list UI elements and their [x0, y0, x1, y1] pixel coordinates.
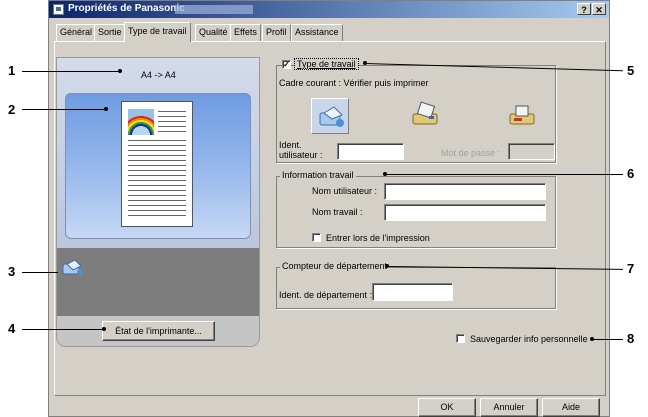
dept-id-input[interactable]: [372, 283, 453, 301]
callout-6-line: [385, 174, 623, 175]
help-button[interactable]: Aide: [542, 398, 600, 417]
callout-8: 8: [627, 331, 635, 346]
callout-4-dot: [102, 327, 106, 331]
user-id-label-1: Ident.: [279, 140, 302, 150]
job-name-label: Nom travail :: [312, 207, 363, 217]
ok-button[interactable]: OK: [418, 398, 476, 417]
job-type-checkbox[interactable]: ✓: [282, 60, 291, 69]
callout-2-dot: [104, 107, 108, 111]
callout-3: 3: [8, 264, 16, 279]
tab-support[interactable]: Assistance: [291, 24, 343, 41]
secure-print-icon: [412, 101, 438, 125]
dept-id-label: Ident. de département :: [279, 290, 373, 300]
printer-status-button-label: État de l'imprimante...: [115, 326, 202, 336]
page-preview: [121, 101, 193, 227]
callout-2-line: [22, 109, 106, 110]
user-id-label-2: utilisateur :: [279, 150, 323, 160]
printer-app-icon: [53, 4, 64, 15]
tab-effects[interactable]: Effets: [230, 24, 261, 41]
title-bar: Propriétés de Panasonic ? ✕: [49, 1, 609, 18]
printer-status-button[interactable]: État de l'imprimante...: [102, 321, 215, 341]
user-id-input[interactable]: [337, 143, 404, 160]
callout-1-line: [22, 71, 120, 72]
job-type-indicator-area: [57, 248, 259, 316]
page-preview-area: [65, 93, 251, 239]
password-label: Mot de passe :: [441, 148, 501, 158]
job-info-group-label: Information travail: [280, 170, 356, 180]
department-group-label: Compteur de département: [280, 261, 390, 271]
tab-job-type[interactable]: Type de travail: [124, 22, 191, 42]
user-name-input[interactable]: [384, 183, 546, 200]
close-title-button[interactable]: ✕: [592, 3, 606, 15]
enter-on-print-label[interactable]: Entrer lors de l'impression: [326, 233, 430, 243]
rainbow-image-icon: [128, 109, 154, 135]
current-frame-text: Cadre courant : Vérifier puis imprimer: [279, 78, 429, 88]
callout-6: 6: [627, 166, 635, 181]
callout-1-dot: [118, 69, 122, 73]
verify-print-status-icon: [62, 259, 83, 275]
job-type-checkbox-text: Type de travail: [297, 59, 356, 69]
save-personal-info-checkbox[interactable]: [456, 334, 465, 343]
callout-8-line: [592, 339, 623, 340]
callout-7: 7: [627, 261, 635, 276]
callout-5: 5: [627, 63, 635, 78]
window-title: Propriétés de Panasonic: [68, 3, 185, 14]
job-type-checkbox-label[interactable]: Type de travail: [294, 58, 359, 70]
callout-3-line: [22, 272, 58, 273]
paper-size-text: A4 -> A4: [141, 70, 176, 80]
tab-general[interactable]: Général: [56, 24, 97, 41]
help-title-button[interactable]: ?: [577, 3, 591, 15]
job-name-input[interactable]: [384, 204, 546, 221]
user-name-label: Nom utilisateur :: [312, 186, 378, 196]
tab-output[interactable]: Sortie: [94, 24, 126, 41]
callout-2: 2: [8, 102, 16, 117]
verify-print-icon: [319, 106, 344, 127]
store-print-button[interactable]: [504, 98, 542, 134]
print-preview-panel: A4 -> A4 État de l'imprimante...: [56, 57, 260, 347]
tab-quality[interactable]: Qualité: [195, 24, 232, 41]
secure-print-button[interactable]: [407, 98, 445, 134]
cancel-button[interactable]: Annuler: [480, 398, 538, 417]
verify-print-button[interactable]: [311, 98, 349, 134]
enter-on-print-checkbox[interactable]: [312, 233, 321, 242]
callout-4: 4: [8, 321, 16, 336]
model-name-redacted: [175, 5, 253, 14]
callout-4-line: [22, 329, 104, 330]
password-input[interactable]: [508, 143, 555, 160]
callout-1: 1: [8, 63, 16, 78]
preview-top-area: A4 -> A4: [57, 58, 259, 248]
store-print-icon: [509, 105, 535, 125]
save-personal-info-label[interactable]: Sauvegarder info personnelle: [470, 334, 588, 344]
tab-profile[interactable]: Profil: [262, 24, 291, 41]
